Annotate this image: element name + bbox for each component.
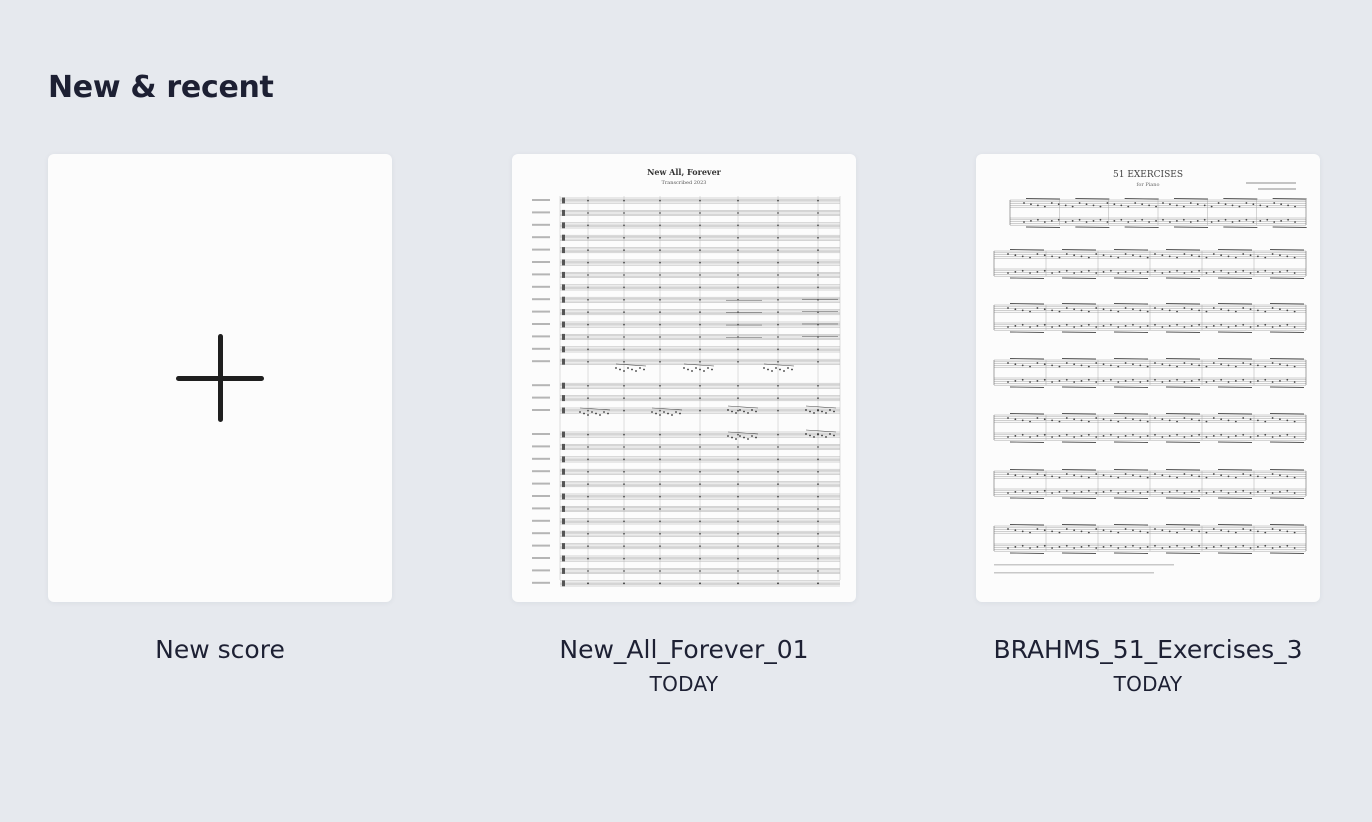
score-date: TODAY (649, 672, 719, 696)
score-card-brahms-exercises[interactable]: 51 EXERCISES for Piano BRAHMS_51_Exercis… (976, 154, 1320, 697)
start-page: New & recent New score New All, Forever … (0, 0, 1372, 822)
thumbnail-subtitle: Transcribed 2023 (662, 180, 707, 186)
new-score-card[interactable]: New score (48, 154, 392, 666)
score-card-new-all-forever[interactable]: New All, Forever Transcribed 2023 New_Al… (512, 154, 856, 697)
score-thumbnail-image: 51 EXERCISES for Piano (993, 170, 1307, 574)
score-thumbnail-image: New All, Forever Transcribed 2023 (532, 167, 841, 587)
score-name: New_All_Forever_01 (559, 635, 809, 664)
thumbnail-title: 51 EXERCISES (1113, 170, 1183, 180)
score-grid: New score New All, Forever Transcribed 2… (48, 154, 1320, 714)
new-score-thumbnail[interactable] (48, 154, 392, 602)
score-name: BRAHMS_51_Exercises_3 (993, 635, 1303, 664)
thumbnail-subtitle: for Piano (1136, 182, 1159, 188)
plus-icon (176, 334, 264, 422)
thumbnail-title: New All, Forever (647, 167, 722, 177)
score-name: New score (155, 635, 285, 664)
section-title: New & recent (48, 70, 274, 105)
score-date: TODAY (1113, 672, 1183, 696)
score-thumbnail[interactable]: 51 EXERCISES for Piano (976, 154, 1320, 602)
score-thumbnail[interactable]: New All, Forever Transcribed 2023 (512, 154, 856, 602)
